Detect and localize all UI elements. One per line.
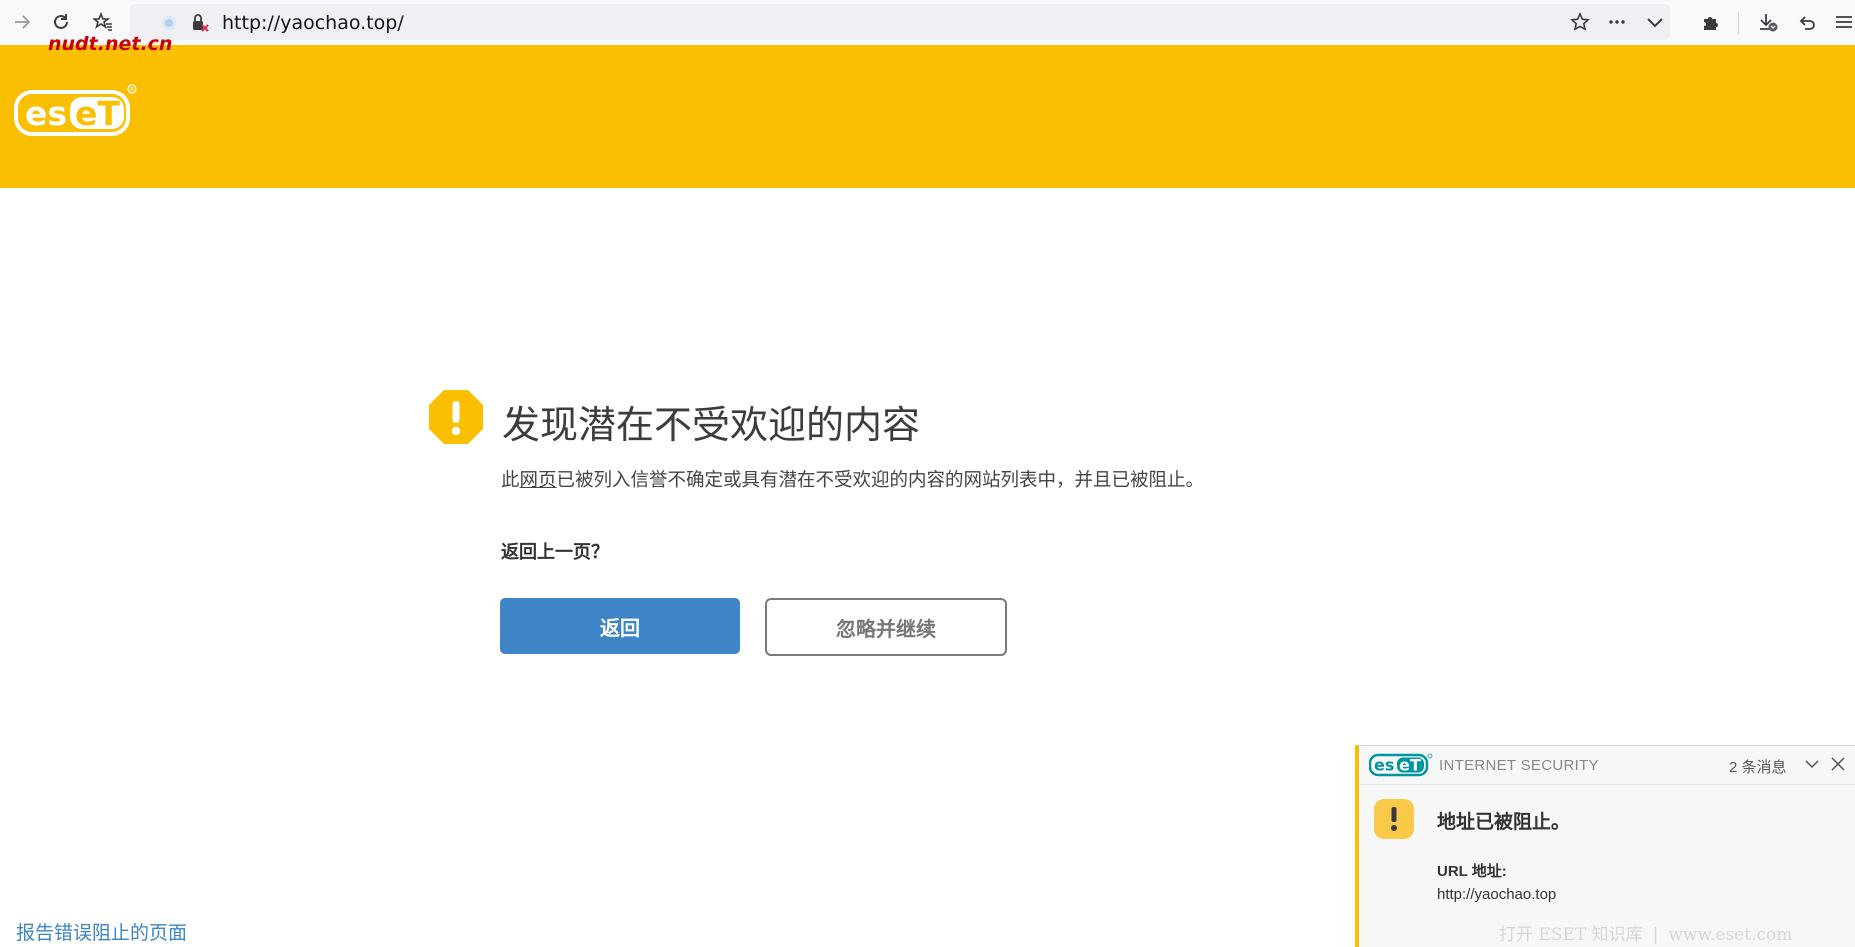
toolbar-divider: [1738, 12, 1739, 34]
blocked-url: http://yaochao.top: [1437, 886, 1557, 903]
svg-text:R: R: [130, 87, 134, 94]
star-list-icon: [93, 12, 112, 31]
eset-header-banner: es eT R: [0, 45, 1855, 188]
extensions-button[interactable]: [1697, 8, 1725, 36]
bookmark-star-icon[interactable]: [1570, 12, 1590, 32]
eset-notification-logo: es eT: [1369, 753, 1433, 777]
page-title: 发现潜在不受欢迎的内容: [502, 403, 921, 447]
download-icon: [1760, 14, 1778, 32]
back-button[interactable]: 返回: [500, 598, 740, 654]
downloads-button[interactable]: [1754, 8, 1782, 36]
chevron-down-icon[interactable]: [1645, 12, 1665, 32]
warning-icon: [429, 390, 483, 444]
notification-header: es eT INTERNET SECURITY 2 条消息: [1359, 746, 1855, 785]
watermark-text: nudt.net.cn: [48, 33, 173, 55]
insecure-lock-icon[interactable]: [190, 13, 210, 33]
url-bar[interactable]: http://yaochao.top/: [130, 4, 1670, 40]
eset-notification: es eT INTERNET SECURITY 2 条消息 地址已被阻止。 UR…: [1355, 745, 1855, 947]
reload-button[interactable]: [47, 8, 75, 36]
footer-separator: |: [1652, 925, 1659, 945]
undo-icon: [1799, 16, 1815, 30]
product-name: INTERNET SECURITY: [1439, 757, 1599, 774]
notification-footer: 打开 ESET 知识库 | www.eset.com: [1499, 920, 1792, 945]
svg-text:eT: eT: [1399, 756, 1421, 775]
message-count[interactable]: 2 条消息: [1729, 756, 1787, 777]
eset-logo: es eT R: [14, 84, 137, 136]
hamburger-icon: [1836, 16, 1852, 28]
description-suffix: 已被列入信誉不确定或具有潜在不受欢迎的内容的网站列表中，并且已被阻止。: [556, 470, 1205, 491]
ignore-and-continue-button[interactable]: 忽略并继续: [765, 598, 1007, 656]
tracking-shield-icon: [162, 16, 176, 30]
svg-text:es: es: [25, 94, 67, 133]
notification-warning-icon: [1374, 799, 1414, 839]
page-description: 此网页已被列入信誉不确定或具有潜在不受欢迎的内容的网站列表中，并且已被阻止。: [501, 466, 1204, 492]
go-back-question: 返回上一页？: [501, 542, 609, 563]
description-prefix: 此: [501, 470, 520, 491]
chevron-down-icon[interactable]: [1804, 756, 1820, 772]
more-icon[interactable]: [1607, 12, 1627, 32]
undo-button[interactable]: [1793, 8, 1821, 36]
webpage-link[interactable]: 网页: [520, 470, 557, 491]
reload-icon: [54, 14, 68, 29]
eset-site-link[interactable]: www.eset.com: [1668, 925, 1792, 945]
url-text[interactable]: http://yaochao.top/: [222, 12, 404, 34]
svg-text:es: es: [1374, 756, 1394, 775]
url-label: URL 地址:: [1437, 863, 1507, 880]
close-icon[interactable]: [1829, 755, 1847, 773]
menu-button[interactable]: [1830, 8, 1855, 36]
notification-title: 地址已被阻止。: [1437, 812, 1571, 833]
arrow-right-icon: [15, 15, 31, 29]
puzzle-icon: [1704, 17, 1718, 30]
report-wrongly-blocked-link[interactable]: 报告错误阻止的页面: [16, 918, 187, 945]
browser-toolbar: http://yaochao.top/: [0, 0, 1855, 46]
forward-button[interactable]: [8, 8, 36, 36]
svg-text:eT: eT: [75, 94, 120, 133]
bookmarks-button[interactable]: [89, 8, 117, 36]
knowledge-base-link[interactable]: 打开 ESET 知识库: [1499, 925, 1643, 945]
